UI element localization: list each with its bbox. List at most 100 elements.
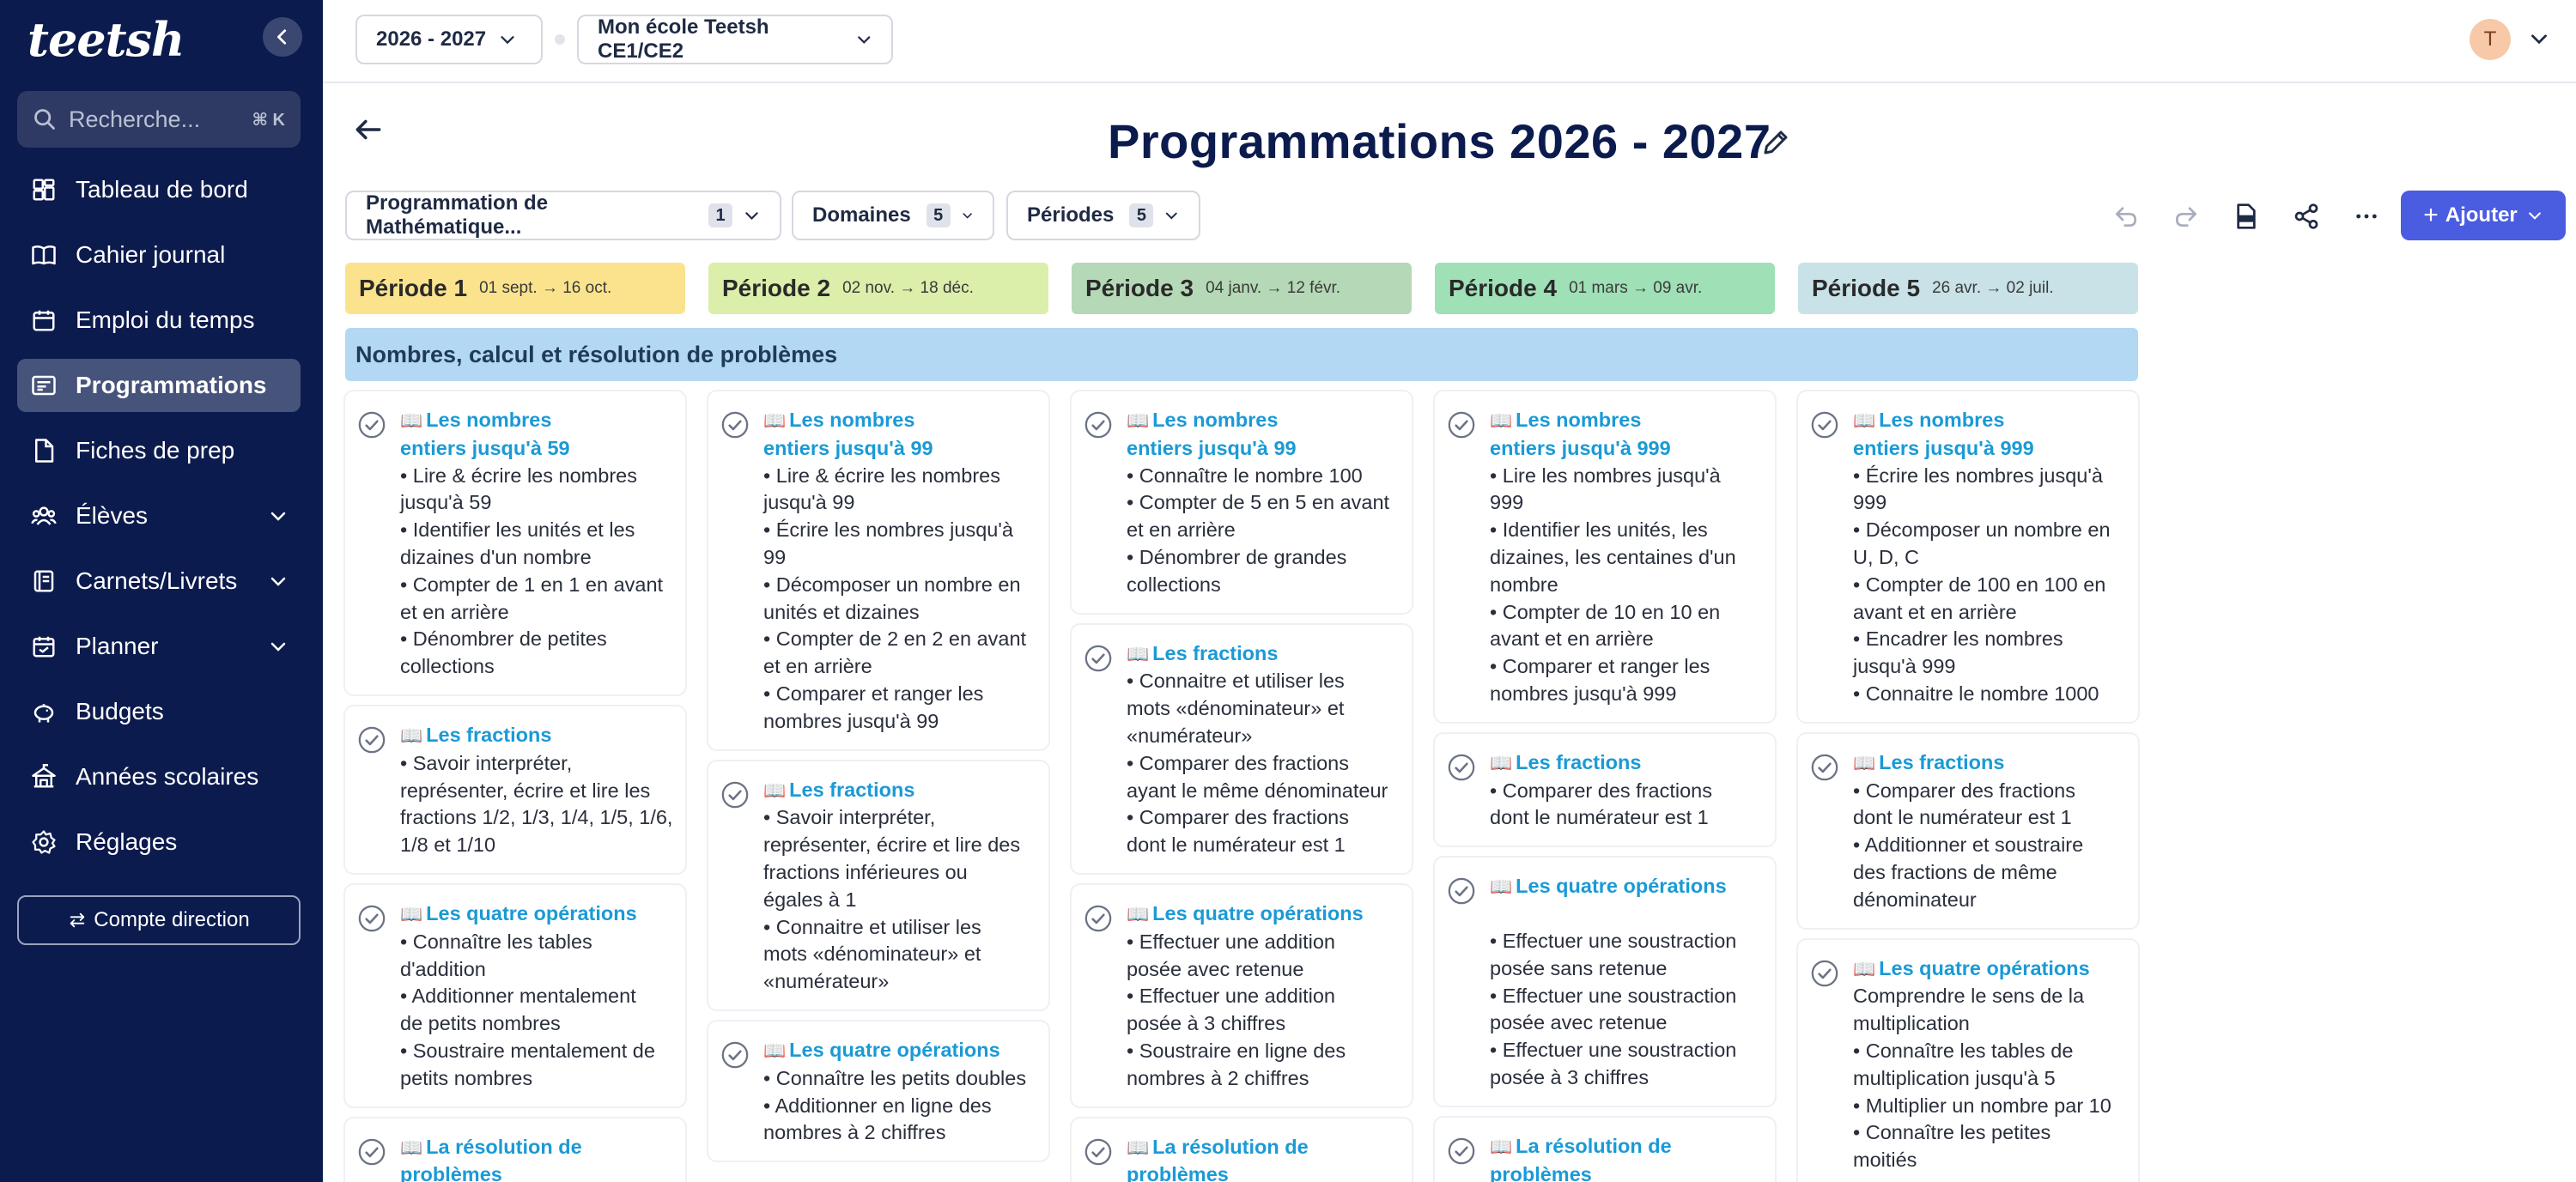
redo-button[interactable]	[2169, 199, 2203, 233]
card-title[interactable]: 📖 Les fractions	[1490, 749, 1763, 778]
competence-card[interactable]: 📖 Les quatre opérations • Connaître les pe…	[708, 1021, 1048, 1161]
card-title[interactable]: 📖 La résolution de	[1490, 1133, 1763, 1161]
chevron-down-icon[interactable]	[2528, 27, 2550, 50]
card-title[interactable]: 📖 La résolution de	[400, 1134, 673, 1162]
check-circle-icon[interactable]	[1447, 410, 1476, 439]
avatar[interactable]: T	[2470, 19, 2511, 60]
competence-card[interactable]: 📖 Les nombres entiers jusqu'à 999 • Lire le…	[1435, 391, 1775, 722]
period-header[interactable]: Période 1 01 sept. → 16 oct.	[345, 263, 685, 314]
sidebar-item-fiches-de-prep[interactable]: Fiches de prep	[17, 424, 301, 477]
card-title[interactable]: entiers jusqu'à 999	[1490, 435, 1763, 463]
collapse-sidebar-button[interactable]	[263, 17, 302, 57]
periodes-filter[interactable]: Périodes 5	[1006, 191, 1200, 240]
check-circle-icon[interactable]	[1810, 410, 1839, 439]
undo-button[interactable]	[2109, 199, 2143, 233]
check-circle-icon[interactable]	[357, 904, 386, 933]
competence-card[interactable]: 📖 Les fractions • Comparer des fractions do…	[1435, 733, 1775, 846]
check-circle-icon[interactable]	[1084, 410, 1113, 439]
check-circle-icon[interactable]	[357, 410, 386, 439]
competence-card[interactable]: 📖 Les quatre opérations • Effectuer une ad…	[1072, 884, 1412, 1106]
card-title[interactable]: 📖 Les quatre opérations	[1127, 900, 1400, 929]
sidebar-item-budgets[interactable]: Budgets	[17, 685, 301, 738]
sidebar-item-annees-scolaires[interactable]: Années scolaires	[17, 750, 301, 803]
card-title[interactable]: entiers jusqu'à 59	[400, 435, 673, 463]
check-circle-icon[interactable]	[1447, 753, 1476, 782]
sidebar-item-planner[interactable]: Planner	[17, 620, 301, 673]
school-select[interactable]: Mon école Teetsh CE1/CE2	[577, 15, 893, 64]
check-circle-icon[interactable]	[357, 725, 386, 755]
card-title[interactable]: 📖 Les quatre opérations	[1853, 955, 2126, 984]
sidebar-item-programmations[interactable]: Programmations	[17, 359, 301, 412]
competence-card[interactable]: 📖 Les quatre opérations • Connaître les ta…	[345, 884, 685, 1106]
year-select[interactable]: 2026 - 2027	[355, 15, 543, 64]
card-title[interactable]: 📖 Les fractions	[1127, 640, 1400, 669]
sidebar-item-eleves[interactable]: Élèves	[17, 489, 301, 543]
card-line: • Comparer des fractions	[1853, 779, 2075, 802]
card-title[interactable]: 📖 Les nombres	[400, 407, 673, 435]
domain-header[interactable]: Nombres, calcul et résolution de problèm…	[345, 328, 2138, 381]
sidebar-item-cahier-journal[interactable]: Cahier journal	[17, 228, 301, 282]
period-header[interactable]: Période 2 02 nov. → 18 déc.	[708, 263, 1048, 314]
competence-card[interactable]: 📖 La résolution de problèmes	[1072, 1118, 1412, 1182]
period-header[interactable]: Période 3 04 janv. → 12 févr.	[1072, 263, 1412, 314]
search-input[interactable]: Recherche... ⌘ K	[17, 91, 301, 148]
check-circle-icon[interactable]	[1447, 1137, 1476, 1166]
competence-card[interactable]: 📖 Les fractions • Savoir interpréter, repré…	[345, 706, 685, 873]
card-title[interactable]: 📖 Les nombres	[763, 407, 1036, 435]
back-arrow-icon[interactable]	[352, 113, 385, 146]
card-title[interactable]: entiers jusqu'à 99	[763, 435, 1036, 463]
competence-card[interactable]: 📖 Les fractions • Savoir interpréter, repré…	[708, 761, 1048, 1009]
pdf-export-button[interactable]	[2229, 199, 2263, 233]
sidebar-item-carnets-livrets[interactable]: Carnets/Livrets	[17, 555, 301, 608]
competence-card[interactable]: 📖 Les nombres entiers jusqu'à 99 • Lire & é…	[708, 391, 1048, 749]
check-circle-icon[interactable]	[1810, 959, 1839, 988]
check-circle-icon[interactable]	[1810, 753, 1839, 782]
card-title[interactable]: entiers jusqu'à 999	[1853, 435, 2126, 463]
sidebar-item-tableau-de-bord[interactable]: Tableau de bord	[17, 163, 301, 216]
card-title[interactable]: 📖 Les fractions	[1853, 749, 2126, 778]
app-logo[interactable]: teetsh	[27, 12, 185, 67]
card-title[interactable]: problèmes	[1490, 1161, 1763, 1182]
competence-card[interactable]: 📖 Les fractions • Connaitre et utiliser le…	[1072, 624, 1412, 873]
competence-card[interactable]: 📖 Les quatre opérations • Effectuer une so…	[1435, 858, 1775, 1106]
more-options-button[interactable]	[2349, 199, 2384, 233]
add-button[interactable]: + Ajouter	[2401, 191, 2566, 240]
programmation-filter[interactable]: Programmation de Mathématique... 1	[345, 191, 781, 240]
card-title[interactable]: 📖 Les nombres	[1853, 407, 2126, 435]
card-title[interactable]: 📖 Les fractions	[763, 777, 1036, 805]
competence-card[interactable]: 📖 Les nombres entiers jusqu'à 59 • Lire & é…	[345, 391, 685, 694]
competence-card[interactable]: 📖 Les nombres entiers jusqu'à 999 • Écrire …	[1798, 391, 2138, 722]
sidebar-item-emploi-du-temps[interactable]: Emploi du temps	[17, 294, 301, 347]
check-circle-icon[interactable]	[1084, 904, 1113, 933]
check-circle-icon[interactable]	[357, 1137, 386, 1167]
competence-card[interactable]: 📖 La résolution de problèmes	[345, 1118, 685, 1182]
card-title[interactable]: 📖 Les nombres	[1490, 407, 1763, 435]
card-title-text: Les nombres	[1516, 409, 1642, 431]
card-title[interactable]: 📖 La résolution de	[1127, 1134, 1400, 1162]
check-circle-icon[interactable]	[720, 1040, 750, 1070]
check-circle-icon[interactable]	[1084, 644, 1113, 673]
check-circle-icon[interactable]	[720, 410, 750, 439]
card-title[interactable]: entiers jusqu'à 99	[1127, 435, 1400, 463]
period-header[interactable]: Période 4 01 mars → 09 avr.	[1435, 263, 1775, 314]
check-circle-icon[interactable]	[1084, 1137, 1113, 1167]
card-title[interactable]: 📖 Les quatre opérations	[400, 900, 673, 929]
card-title[interactable]: 📖 Les quatre opérations	[763, 1037, 1036, 1065]
card-title[interactable]: problèmes	[400, 1161, 673, 1182]
period-header[interactable]: Période 5 26 avr. → 02 juil.	[1798, 263, 2138, 314]
check-circle-icon[interactable]	[720, 780, 750, 809]
card-title[interactable]: 📖 Les nombres	[1127, 407, 1400, 435]
competence-card[interactable]: 📖 La résolution de problèmes	[1435, 1117, 1775, 1182]
competence-card[interactable]: 📖 Les quatre opérations Comprendre le sens…	[1798, 939, 2138, 1182]
competence-card[interactable]: 📖 Les fractions • Comparer des fractions do…	[1798, 733, 2138, 928]
sidebar-item-reglages[interactable]: Réglages	[17, 815, 301, 869]
compte-direction-button[interactable]: Compte direction	[17, 895, 301, 945]
card-title[interactable]: problèmes	[1127, 1161, 1400, 1182]
check-circle-icon[interactable]	[1447, 876, 1476, 906]
share-button[interactable]	[2289, 199, 2324, 233]
card-title[interactable]: 📖 Les fractions	[400, 722, 673, 750]
card-title[interactable]: 📖 Les quatre opérations	[1490, 873, 1763, 901]
pencil-icon[interactable]	[1760, 127, 1791, 158]
domaines-filter[interactable]: Domaines 5	[792, 191, 994, 240]
competence-card[interactable]: 📖 Les nombres entiers jusqu'à 99 • Connaîtr…	[1072, 391, 1412, 613]
